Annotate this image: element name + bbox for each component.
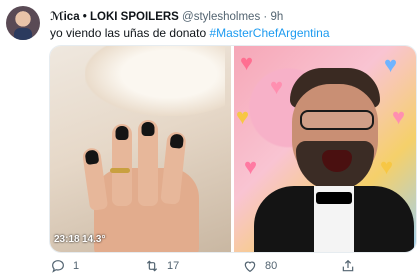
reply-button[interactable]: 1 bbox=[50, 258, 79, 274]
retweet-button[interactable]: 17 bbox=[144, 258, 179, 274]
tweet-time[interactable]: 9h bbox=[270, 11, 283, 23]
hashtag-link[interactable]: #MasterChefArgentina bbox=[209, 26, 329, 40]
retweet-count: 17 bbox=[167, 260, 180, 272]
like-button[interactable]: 80 bbox=[242, 258, 277, 274]
separator: · bbox=[263, 11, 268, 23]
reply-count: 1 bbox=[73, 260, 80, 272]
tweet-actions: 1 17 80 bbox=[46, 258, 416, 276]
media-photo-man[interactable]: ♥ ♥ ♥ ♥ ♥ ♥ ♥ ♥ bbox=[234, 46, 416, 252]
overlay-time: 23:18 bbox=[54, 234, 80, 245]
tweet-media[interactable]: 23:18 14.3° ♥ ♥ ♥ ♥ ♥ ♥ ♥ ♥ bbox=[49, 45, 417, 253]
media-photo-hand[interactable]: 23:18 14.3° bbox=[50, 46, 231, 252]
glasses bbox=[300, 110, 374, 130]
user-handle[interactable]: @stylesholmes bbox=[182, 11, 260, 23]
share-icon[interactable] bbox=[340, 258, 356, 274]
share-button[interactable] bbox=[340, 258, 356, 274]
bowtie bbox=[316, 192, 352, 204]
reply-icon[interactable] bbox=[50, 258, 66, 274]
tweet[interactable]: ℳica • LOKI SPOILERS @stylesholmes · 9h … bbox=[0, 0, 420, 280]
tweet-text: yo viendo las uñas de donato #MasterChef… bbox=[50, 26, 330, 40]
tweet-header: ℳica • LOKI SPOILERS @stylesholmes · 9h bbox=[50, 9, 283, 23]
like-count: 80 bbox=[265, 260, 278, 272]
like-icon[interactable] bbox=[242, 258, 258, 274]
avatar[interactable] bbox=[6, 6, 40, 40]
tweet-body: yo viendo las uñas de donato bbox=[50, 26, 210, 40]
user-name[interactable]: ℳica • LOKI SPOILERS bbox=[50, 11, 179, 23]
ring bbox=[110, 168, 130, 173]
hand bbox=[72, 76, 222, 252]
retweet-icon[interactable] bbox=[144, 258, 160, 274]
overlay-temp: 14.3° bbox=[82, 234, 106, 245]
